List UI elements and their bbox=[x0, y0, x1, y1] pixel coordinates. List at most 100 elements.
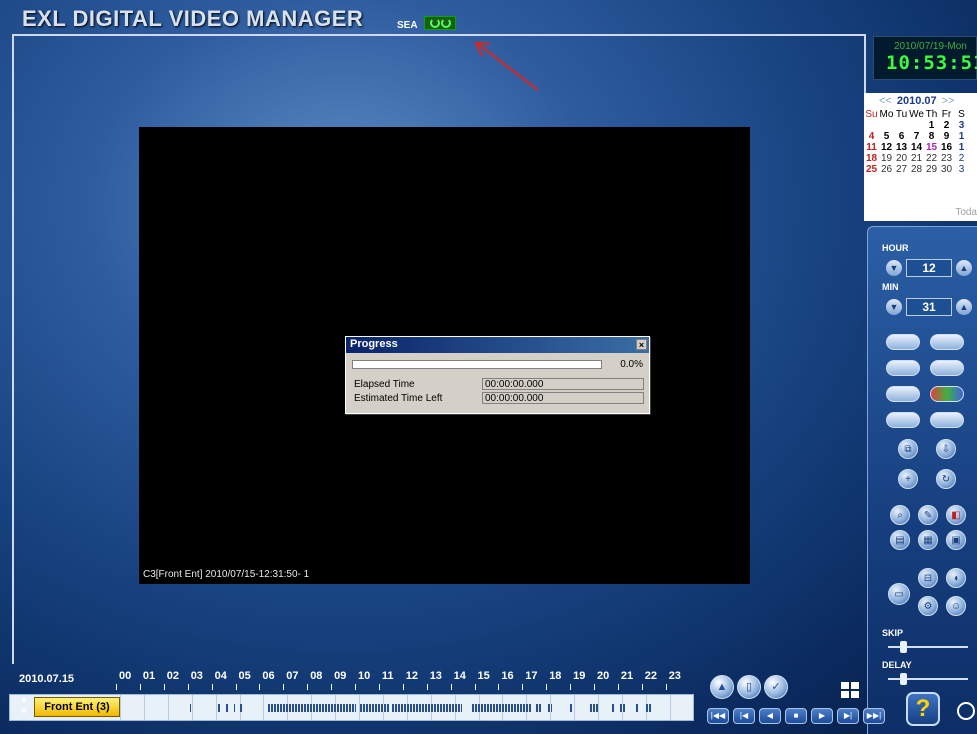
calendar-day[interactable]: 25 bbox=[864, 164, 879, 175]
calendar-day[interactable]: 23 bbox=[939, 153, 954, 164]
copy-icon[interactable]: ⧉ bbox=[898, 439, 918, 459]
skip-slider[interactable] bbox=[882, 641, 974, 653]
export-icon[interactable]: ⇩ bbox=[936, 439, 956, 459]
calendar-day[interactable]: 12 bbox=[879, 142, 894, 153]
camera-scroll-icon[interactable]: ▲ ▼ bbox=[16, 693, 32, 719]
monitor-icon[interactable]: ▣ bbox=[946, 530, 966, 550]
stop-button[interactable]: ■ bbox=[785, 708, 807, 724]
calendar-day[interactable]: 14 bbox=[909, 142, 924, 153]
mode-button-7[interactable] bbox=[886, 412, 920, 428]
datetime-display: 2010/07/19-Mon 10:53:51 bbox=[873, 36, 977, 80]
calendar-day[interactable]: 3 bbox=[954, 120, 969, 131]
prev-frame-button[interactable]: |◀ bbox=[733, 708, 755, 724]
calendar-day[interactable]: 1 bbox=[954, 142, 969, 153]
check-icon[interactable]: ✓ bbox=[764, 675, 788, 699]
power-icon[interactable] bbox=[957, 702, 975, 720]
calendar-next-button[interactable]: >> bbox=[942, 95, 955, 107]
save-icon[interactable]: ▭ bbox=[888, 583, 910, 605]
timeline-recording-mark bbox=[636, 704, 638, 712]
calendar-day[interactable]: 2 bbox=[954, 153, 969, 164]
mode-button-5[interactable] bbox=[886, 386, 920, 402]
calendar-day[interactable]: 11 bbox=[864, 142, 879, 153]
calendar-day[interactable]: 8 bbox=[924, 131, 939, 142]
rotate-icon[interactable]: ↻ bbox=[936, 469, 956, 489]
timeline-recording-mark bbox=[646, 704, 652, 712]
audio-icon[interactable]: ◖ bbox=[946, 568, 966, 588]
mode-button-2[interactable] bbox=[930, 334, 964, 350]
calendar-day[interactable]: 13 bbox=[894, 142, 909, 153]
min-down-button[interactable]: ▼ bbox=[886, 299, 902, 315]
go-end-button[interactable]: ▶▶| bbox=[863, 708, 885, 724]
current-date: 2010/07/19-Mon bbox=[894, 41, 967, 52]
calendar-day[interactable]: 19 bbox=[879, 153, 894, 164]
timeline-hour-tick bbox=[641, 684, 643, 690]
grid-icon[interactable]: ▦ bbox=[918, 530, 938, 550]
calendar-prev-button[interactable]: << bbox=[879, 95, 892, 107]
tool-icon[interactable]: ✎ bbox=[918, 505, 938, 525]
calendar-day[interactable]: 28 bbox=[909, 164, 924, 175]
calendar-day[interactable]: 22 bbox=[924, 153, 939, 164]
bookmark-icon[interactable]: ◧ bbox=[946, 505, 966, 525]
calendar: << 2010.07 >> Su Mo Tu We Th Fr S 1 2 3 4 5 6 7 8 9 1 11… bbox=[864, 93, 977, 221]
timeline-hour-label: 04 bbox=[214, 670, 227, 682]
calendar-day[interactable]: 1 bbox=[954, 131, 969, 142]
calendar-days: 1 2 3 4 5 6 7 8 9 1 11 12 13 14 15 16 1 18 19 20 21 22 23 2 25 26… bbox=[864, 120, 977, 175]
timeline-hour-tick bbox=[211, 684, 213, 690]
camera-selector[interactable]: Front Ent (3) bbox=[34, 697, 120, 717]
close-icon[interactable]: × bbox=[636, 339, 647, 350]
hour-down-button[interactable]: ▼ bbox=[886, 260, 902, 276]
mode-button-1[interactable] bbox=[886, 334, 920, 350]
mode-button-3[interactable] bbox=[886, 360, 920, 376]
calendar-weekdays: Su Mo Tu We Th Fr S bbox=[864, 109, 977, 120]
calendar-day[interactable]: 6 bbox=[894, 131, 909, 142]
mode-button-6[interactable] bbox=[930, 386, 964, 402]
play-button[interactable]: ▶ bbox=[811, 708, 833, 724]
skip-knob[interactable] bbox=[900, 641, 908, 653]
calendar-day[interactable]: 18 bbox=[864, 153, 879, 164]
calendar-day[interactable]: 3 bbox=[954, 164, 969, 175]
calendar-day[interactable]: 27 bbox=[894, 164, 909, 175]
calendar-day[interactable]: 5 bbox=[879, 131, 894, 142]
calendar-day[interactable]: 15 bbox=[924, 142, 939, 153]
settings-icon[interactable]: ⚙ bbox=[918, 596, 938, 616]
hour-up-button[interactable]: ▲ bbox=[956, 260, 972, 276]
timeline-hour-label: 01 bbox=[142, 670, 156, 682]
mode-button-4[interactable] bbox=[930, 360, 964, 376]
backup-icon[interactable]: ⊟ bbox=[918, 568, 938, 588]
calendar-day[interactable]: 26 bbox=[879, 164, 894, 175]
delay-slider[interactable] bbox=[882, 673, 974, 685]
calendar-day[interactable]: 1 bbox=[924, 120, 939, 131]
document-icon[interactable]: ▯ bbox=[737, 675, 761, 699]
control-panel: HOUR ▼ 12 ▲ MIN ▼ 31 ▲ ⧉ ⇩ + ↻ ⌕ ✎ ◧ ▤ ▦… bbox=[867, 226, 977, 734]
skip-label: SKIP bbox=[882, 628, 904, 638]
calendar-day[interactable]: 21 bbox=[909, 153, 924, 164]
user-icon[interactable]: ☺ bbox=[946, 596, 966, 616]
next-frame-button[interactable]: ▶| bbox=[837, 708, 859, 724]
help-button[interactable]: ? bbox=[906, 692, 940, 726]
mode-button-8[interactable] bbox=[930, 412, 964, 428]
timeline-hour-label: 19 bbox=[573, 670, 586, 682]
go-start-button[interactable]: |◀◀ bbox=[707, 708, 729, 724]
calendar-day[interactable]: 4 bbox=[864, 131, 879, 142]
calendar-day[interactable]: 16 bbox=[939, 142, 954, 153]
rewind-button[interactable]: ◀ bbox=[759, 708, 781, 724]
hour-value[interactable]: 12 bbox=[906, 259, 952, 277]
timeline-hour-tick bbox=[139, 684, 141, 690]
search-icon[interactable]: ⌕ bbox=[890, 505, 910, 525]
min-value[interactable]: 31 bbox=[906, 298, 952, 316]
calendar-day[interactable]: 2 bbox=[939, 120, 954, 131]
timeline-recording-mark bbox=[240, 704, 242, 712]
up-icon[interactable]: ▲ bbox=[710, 675, 734, 699]
search-go-button[interactable] bbox=[424, 16, 456, 30]
layout-grid-icon[interactable] bbox=[841, 682, 859, 698]
calendar-day[interactable]: 7 bbox=[909, 131, 924, 142]
min-up-button[interactable]: ▲ bbox=[956, 299, 972, 315]
calendar-today-button[interactable]: Toda bbox=[955, 207, 977, 218]
zoom-in-icon[interactable]: + bbox=[898, 469, 918, 489]
delay-knob[interactable] bbox=[900, 673, 908, 685]
calendar-day[interactable]: 30 bbox=[939, 164, 954, 175]
calendar-day[interactable]: 29 bbox=[924, 164, 939, 175]
print-icon[interactable]: ▤ bbox=[890, 530, 910, 550]
calendar-day[interactable]: 20 bbox=[894, 153, 909, 164]
calendar-day[interactable]: 9 bbox=[939, 131, 954, 142]
